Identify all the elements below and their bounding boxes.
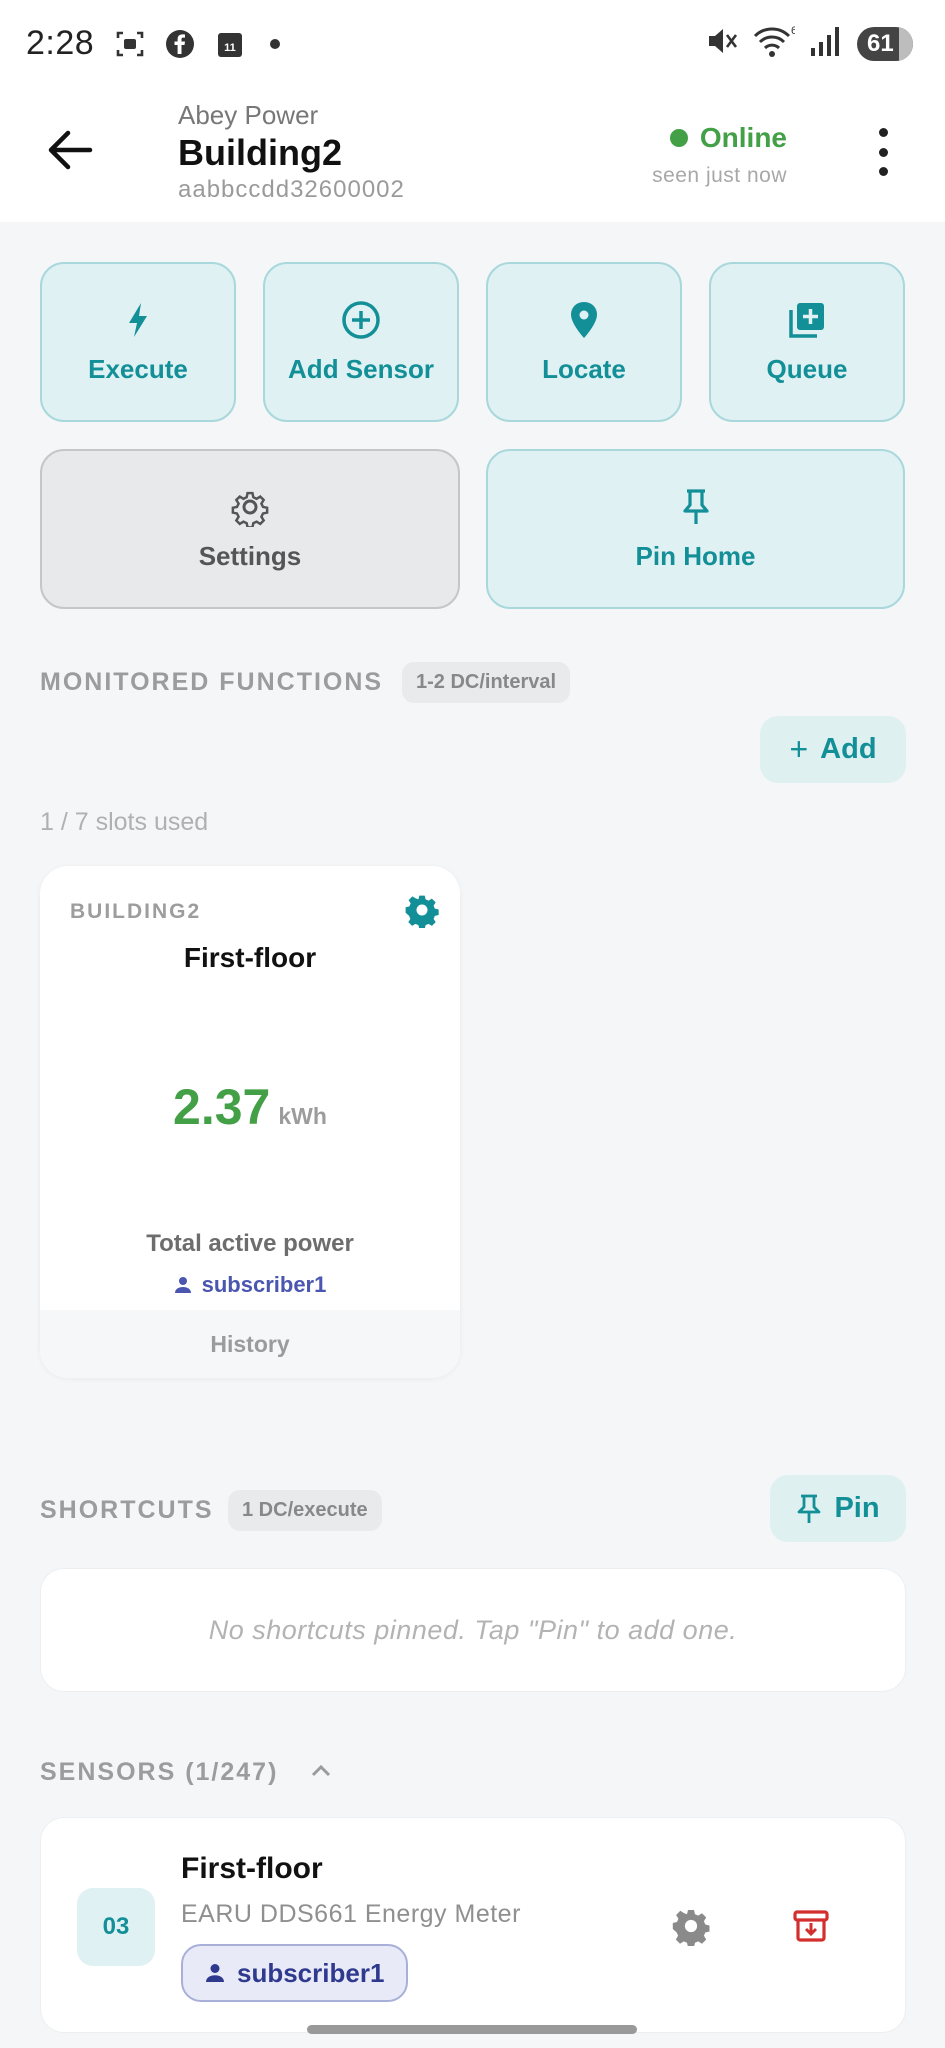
locate-label: Locate	[542, 353, 626, 384]
facebook-icon	[164, 28, 196, 60]
status-bar: 2:28 11 6 61	[0, 0, 945, 88]
execute-label: Execute	[88, 353, 188, 384]
app-header: Abey Power Building2 aabbccdd32600002 On…	[0, 88, 945, 222]
queue-label: Queue	[766, 353, 848, 384]
monitored-functions-heading: MONITORED FUNCTIONS	[40, 668, 384, 696]
screenshot-icon	[114, 28, 146, 60]
add-circle-icon	[342, 300, 380, 339]
back-arrow-icon[interactable]	[44, 124, 96, 176]
settings-button[interactable]: Settings	[40, 449, 460, 609]
svg-text:6: 6	[791, 25, 795, 37]
sensor-name: First-floor	[181, 1852, 323, 1885]
function-name: First-floor	[183, 942, 317, 973]
pin-icon	[798, 1494, 821, 1523]
function-user-name: subscriber1	[201, 1272, 327, 1297]
wifi-icon: 6	[753, 24, 797, 63]
add-function-button[interactable]: + Add	[760, 716, 906, 783]
home-indicator[interactable]	[307, 2025, 637, 2034]
collapse-chevron-up-icon[interactable]	[308, 1758, 334, 1789]
pin-shortcut-label: Pin	[834, 1492, 880, 1524]
queue-button[interactable]: Queue	[709, 262, 905, 422]
function-metric: Total active power	[146, 1230, 354, 1257]
last-seen: seen just now	[652, 164, 787, 187]
queue-add-icon	[789, 302, 824, 338]
sensor-settings-gear-icon[interactable]	[671, 1906, 711, 1947]
location-pin-icon	[571, 301, 597, 338]
more-menu-icon[interactable]	[871, 128, 895, 176]
function-reading: 2.37 kWh	[40, 1078, 460, 1136]
system-icons: 6 61	[705, 24, 913, 63]
calendar-icon: 11	[214, 28, 246, 60]
shortcuts-empty-state: No shortcuts pinned. Tap "Pin" to add on…	[40, 1568, 906, 1692]
svg-text:11: 11	[224, 42, 236, 54]
connection-status: Online seen just now	[652, 122, 787, 188]
monitored-cost-badge: 1-2 DC/interval	[402, 662, 571, 703]
function-settings-gear-icon[interactable]	[404, 892, 440, 929]
sensors-heading: SENSORS (1/247)	[40, 1758, 279, 1786]
plus-icon: +	[789, 731, 809, 767]
function-value: 2.37	[173, 1079, 271, 1135]
online-dot-icon	[669, 129, 688, 147]
function-group: BUILDING2	[70, 900, 202, 923]
add-sensor-button[interactable]: Add Sensor	[263, 262, 459, 422]
battery-icon: 61	[857, 26, 913, 61]
settings-label: Settings	[198, 540, 302, 571]
device-id: aabbccdd32600002	[178, 176, 405, 203]
mute-icon	[705, 24, 739, 63]
add-sensor-label: Add Sensor	[288, 353, 434, 384]
shortcuts-heading: SHORTCUTS	[40, 1496, 214, 1524]
history-button[interactable]: History	[40, 1310, 460, 1378]
pin-shortcut-button[interactable]: Pin	[770, 1475, 906, 1542]
sensor-number: 03	[77, 1888, 155, 1966]
gear-icon	[231, 491, 269, 527]
sensor-user-name: subscriber1	[237, 1957, 385, 1988]
locate-button[interactable]: Locate	[486, 262, 682, 422]
page-title: Building2	[178, 132, 342, 173]
pin-home-button[interactable]: Pin Home	[486, 449, 905, 609]
function-card[interactable]: BUILDING2 First-floor 2.37 kWh Total acti…	[40, 866, 460, 1378]
notification-icons: 11	[114, 28, 280, 60]
pin-home-label: Pin Home	[635, 540, 756, 571]
function-user: subscriber1	[40, 1272, 460, 1298]
status-label: Online	[699, 122, 787, 153]
shortcuts-cost-badge: 1 DC/execute	[228, 1490, 382, 1531]
add-function-label: Add	[820, 733, 877, 765]
archive-icon[interactable]	[791, 1906, 831, 1946]
slots-used: 1 / 7 slots used	[40, 808, 209, 836]
status-time: 2:28	[26, 24, 95, 62]
sensor-model: EARU DDS661 Energy Meter	[181, 1900, 521, 1928]
lightning-icon	[129, 302, 147, 337]
function-unit: kWh	[278, 1103, 327, 1129]
pin-icon	[682, 488, 709, 524]
sensor-user-chip[interactable]: subscriber1	[181, 1944, 409, 2002]
sensor-row[interactable]: 03 First-floor EARU DDS661 Energy Meter …	[40, 1817, 906, 2033]
person-icon	[206, 1964, 224, 1982]
brand-name: Abey Power	[178, 100, 319, 130]
more-notifications-dot	[270, 39, 280, 49]
execute-button[interactable]: Execute	[40, 262, 236, 422]
person-icon	[174, 1277, 191, 1293]
signal-icon	[809, 24, 843, 63]
